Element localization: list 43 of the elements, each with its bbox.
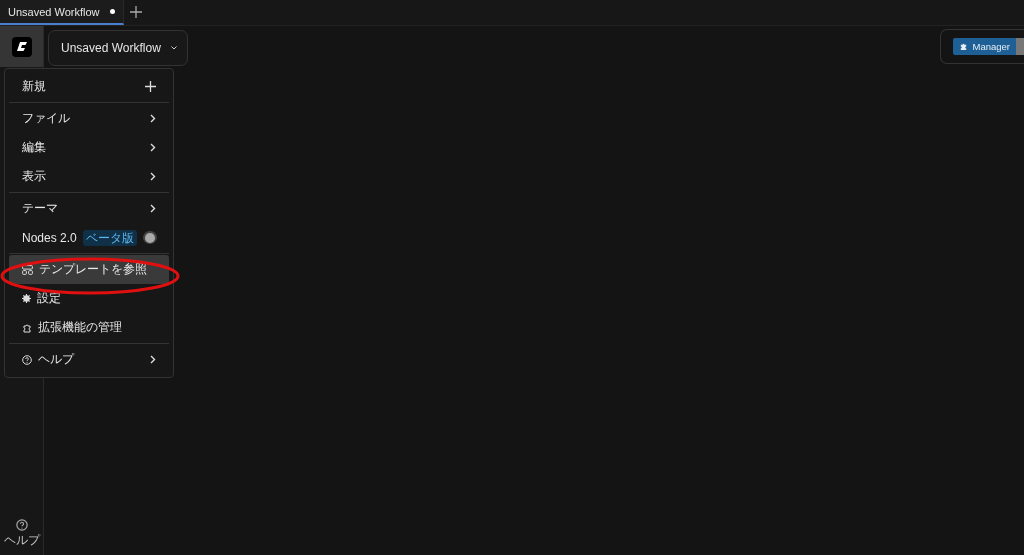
- chevron-right-icon: [150, 355, 156, 364]
- help-icon: [22, 354, 32, 365]
- menu-item-label: 新規: [22, 78, 47, 95]
- template-icon: [22, 264, 33, 275]
- chevron-right-icon: [150, 204, 156, 213]
- workflow-menu-button[interactable]: Unsaved Workflow: [48, 30, 188, 66]
- menu-item-label: 表示: [22, 168, 47, 185]
- logo-icon: [11, 36, 32, 57]
- menu-item-label: ヘルプ: [38, 351, 76, 368]
- beta-badge: ベータ版: [82, 229, 137, 246]
- menu-item[interactable]: テーマ: [9, 194, 169, 223]
- menu-item[interactable]: 拡張機能の管理: [9, 313, 169, 342]
- menu-item[interactable]: 編集: [9, 133, 169, 162]
- menu-item-label: テーマ: [22, 200, 59, 217]
- chevron-right-icon: [150, 143, 156, 152]
- menu-item[interactable]: Nodes 2.0 ベータ版: [9, 223, 169, 252]
- puzzle-icon: [958, 42, 968, 51]
- plus-icon: [145, 81, 156, 92]
- caret-icon: [170, 46, 177, 50]
- logo-button[interactable]: [0, 26, 43, 67]
- chevron-right-icon: [150, 172, 156, 181]
- manager-button[interactable]: Manager: [952, 38, 1016, 55]
- menu-item[interactable]: ヘルプ: [9, 345, 169, 374]
- menu-item-label: 設定: [37, 290, 62, 307]
- puzzle-icon: [22, 322, 32, 333]
- menu-item[interactable]: 新規: [9, 72, 169, 101]
- help-icon[interactable]: [15, 519, 28, 531]
- toggle-switch[interactable]: [142, 231, 157, 244]
- workflow-tab[interactable]: Unsaved Workflow: [0, 0, 124, 25]
- menu-item-label: 拡張機能の管理: [38, 319, 123, 336]
- menu-item[interactable]: 設定: [9, 284, 169, 313]
- menu-item-label: 編集: [22, 139, 47, 156]
- menu-item[interactable]: テンプレートを参照: [9, 255, 169, 284]
- unsaved-dot: [109, 9, 115, 14]
- menu-item[interactable]: 表示: [9, 162, 169, 191]
- gear-icon: [22, 294, 31, 303]
- help-label: ヘルプ: [3, 533, 40, 547]
- new-tab-icon[interactable]: [129, 6, 142, 18]
- chevron-right-icon: [150, 114, 156, 123]
- menu-item-label: ファイル: [22, 110, 71, 127]
- menu-item-label: テンプレートを参照: [39, 261, 148, 278]
- menu-item-label: Nodes 2.0: [22, 230, 77, 245]
- menu-item[interactable]: ファイル: [9, 104, 169, 133]
